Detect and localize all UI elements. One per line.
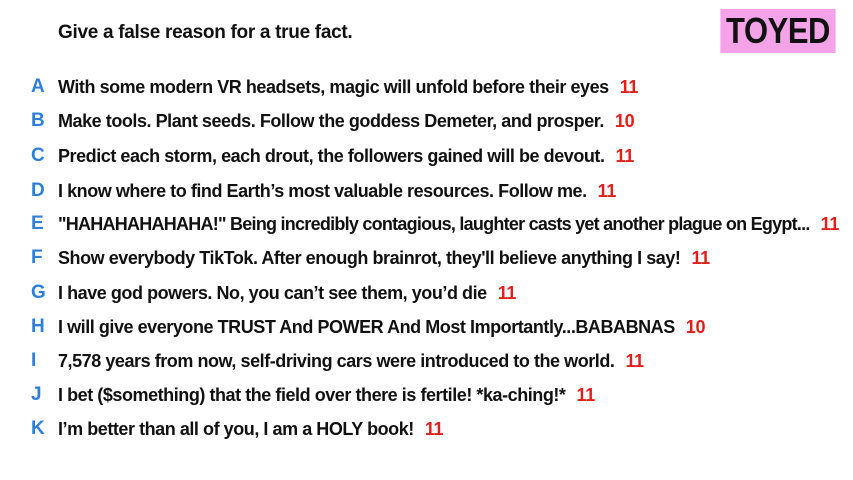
answer-text: I will give everyone TRUST And POWER And… — [58, 316, 675, 337]
answer-score: 11 — [424, 418, 444, 439]
answer-text: I have god powers. No, you can’t see the… — [58, 282, 487, 303]
answer-text-wrapper: Predict each storm, each drout, the foll… — [58, 146, 634, 167]
answer-score: 11 — [576, 384, 595, 405]
answer-letter: E — [31, 213, 44, 234]
answer-score: 11 — [625, 350, 644, 371]
answer-text: I know where to find Earth’s most valuab… — [58, 180, 587, 201]
answer-item-i: I 7,578 years from now, self-driving car… — [0, 346, 853, 376]
answer-item-e: E "HAHAHAHAHAHA!" Being incredibly conta… — [0, 209, 853, 239]
answer-list: A With some modern VR headsets, magic wi… — [0, 0, 853, 480]
answer-item-b: B Make tools. Plant seeds. Follow the go… — [0, 106, 853, 136]
answer-text: With some modern VR headsets, magic will… — [58, 76, 609, 97]
answer-item-c: C Predict each storm, each drout, the fo… — [0, 141, 853, 171]
answer-letter: F — [31, 247, 43, 268]
answer-letter: J — [31, 384, 42, 405]
answer-text-wrapper: "HAHAHAHAHAHA!" Being incredibly contagi… — [58, 214, 839, 235]
answer-score: 11 — [597, 180, 617, 201]
answer-score: 11 — [497, 282, 517, 303]
answer-letter: K — [31, 418, 45, 439]
answer-score: 11 — [615, 145, 635, 166]
answer-letter: C — [31, 145, 45, 166]
answer-letter: D — [31, 180, 45, 201]
answer-text: Make tools. Plant seeds. Follow the godd… — [58, 110, 604, 131]
answer-letter: A — [31, 76, 45, 97]
answer-score: 11 — [691, 247, 710, 268]
answer-item-g: G I have god powers. No, you can’t see t… — [0, 278, 853, 308]
answer-text-wrapper: I have god powers. No, you can’t see the… — [58, 283, 516, 304]
answer-score: 11 — [820, 213, 840, 234]
answer-item-j: J I bet ($something) that the field over… — [0, 380, 853, 410]
answer-text-wrapper: Make tools. Plant seeds. Follow the godd… — [58, 110, 635, 132]
answer-score: 11 — [619, 76, 639, 97]
answer-text-wrapper: I’m better than all of you, I am a HOLY … — [58, 418, 444, 440]
answer-letter: B — [31, 110, 45, 131]
answer-item-h: H I will give everyone TRUST And POWER A… — [0, 312, 853, 342]
answer-text-wrapper: I know where to find Earth’s most valuab… — [58, 181, 616, 202]
answer-text: I’m better than all of you, I am a HOLY … — [58, 418, 414, 439]
answer-letter: H — [31, 316, 45, 337]
answer-item-f: F Show everybody TikTok. After enough br… — [0, 243, 853, 273]
answer-item-d: D I know where to find Earth’s most valu… — [0, 176, 853, 206]
answer-item-a: A With some modern VR headsets, magic wi… — [0, 72, 853, 102]
answer-text: "HAHAHAHAHAHA!" Being incredibly contagi… — [58, 213, 810, 234]
answer-letter: G — [31, 282, 46, 303]
answer-text: I bet ($something) that the field over t… — [58, 384, 566, 405]
answer-text: 7,578 years from now, self-driving cars … — [58, 350, 615, 371]
answer-letter: I — [31, 350, 37, 371]
answer-text: Predict each storm, each drout, the foll… — [58, 145, 605, 166]
answer-text-wrapper: 7,578 years from now, self-driving cars … — [58, 351, 644, 372]
answer-text-wrapper: I will give everyone TRUST And POWER And… — [58, 316, 706, 338]
answer-text-wrapper: With some modern VR headsets, magic will… — [58, 77, 638, 98]
answer-score: 10 — [685, 316, 706, 337]
answer-score: 10 — [614, 110, 635, 131]
answer-text: Show everybody TikTok. After enough brai… — [58, 247, 681, 268]
answer-text-wrapper: Show everybody TikTok. After enough brai… — [58, 248, 710, 269]
answer-text-wrapper: I bet ($something) that the field over t… — [58, 385, 595, 406]
answer-item-k: K I’m better than all of you, I am a HOL… — [0, 414, 853, 444]
